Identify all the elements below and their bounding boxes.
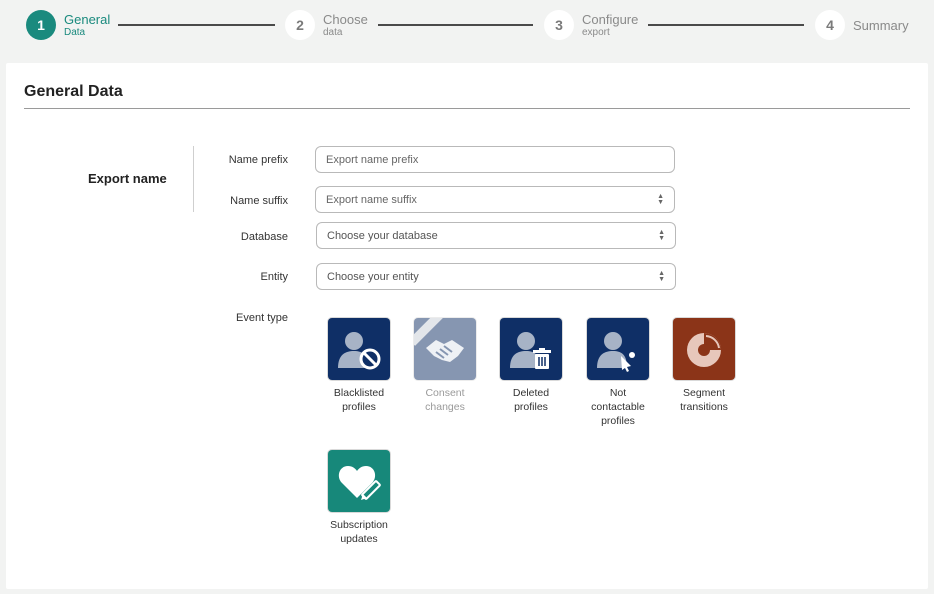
title-divider (24, 108, 910, 109)
step-connector (648, 24, 804, 26)
tile-label-line: Segment (682, 387, 726, 399)
database-select-value: Choose your database (327, 229, 438, 242)
name-suffix-label: Name suffix (230, 195, 288, 207)
name-prefix-input[interactable] (315, 146, 675, 173)
step-number: 4 (815, 10, 845, 40)
tile-label-line: updates (340, 533, 378, 545)
updown-chevron-icon: ▲ ▼ (658, 228, 665, 242)
step-general-data[interactable]: 1 General Data (26, 10, 110, 40)
event-type-label: Event type (236, 312, 288, 324)
step-connector (118, 24, 275, 26)
database-label: Database (240, 231, 288, 243)
event-type-not-contactable-profiles[interactable]: Not contactable profiles (578, 318, 658, 428)
step-title: Summary (853, 18, 909, 33)
tile-label-line: profiles (601, 415, 635, 427)
updown-chevron-icon: ▲ ▼ (658, 269, 665, 283)
event-type-segment-transitions[interactable]: Segment transitions (664, 318, 744, 414)
tile-label-line: Deleted (512, 387, 550, 399)
page-title: General Data (24, 83, 123, 100)
name-suffix-input[interactable]: Export name suffix ▲ ▼ (315, 186, 675, 213)
step-title: Configure (582, 11, 639, 27)
tile-label-line: Subscription (330, 519, 388, 531)
handshake-icon (414, 318, 476, 380)
name-suffix-placeholder: Export name suffix (326, 193, 417, 206)
event-type-subscription-updates[interactable]: Subscription updates (319, 450, 399, 546)
tile-label-line: Not (609, 387, 627, 399)
step-number: 3 (544, 10, 574, 40)
step-subtitle: export (582, 26, 610, 38)
export-name-section-label: Export name (88, 171, 167, 186)
step-subtitle: Data (64, 26, 86, 38)
progress-stepper: 1 General Data 2 Choose data 3 Configure… (0, 0, 934, 50)
tile-label-line: profiles (342, 401, 376, 413)
segment-pie-icon (673, 318, 735, 380)
entity-label: Entity (260, 271, 288, 283)
tile-label-line: Consent (425, 387, 465, 399)
event-type-blacklisted-profiles[interactable]: Blacklisted profiles (319, 318, 399, 414)
step-configure-export[interactable]: 3 Configure export (544, 10, 638, 40)
step-connector (378, 24, 533, 26)
tile-label-line: Blacklisted (333, 387, 385, 399)
event-type-deleted-profiles[interactable]: Deleted profiles (491, 318, 571, 414)
step-summary[interactable]: 4 Summary (815, 10, 909, 40)
name-prefix-label: Name prefix (228, 154, 288, 166)
step-title: Choose (323, 11, 368, 27)
general-data-card: General Data Export name Name prefix Nam… (6, 63, 928, 589)
step-number: 1 (26, 10, 56, 40)
not-contactable-profile-icon (587, 318, 649, 380)
step-number: 2 (285, 10, 315, 40)
step-choose-data[interactable]: 2 Choose data (285, 10, 368, 40)
tile-label-line: changes (425, 401, 465, 413)
tile-label-line: transitions (680, 401, 728, 413)
tile-label-line: profiles (514, 401, 548, 413)
step-subtitle: data (323, 26, 343, 38)
tile-label-line: contactable (591, 401, 645, 413)
updown-chevron-icon: ▲ ▼ (657, 192, 664, 206)
step-title: General (64, 11, 111, 27)
deleted-profile-icon (500, 318, 562, 380)
database-select[interactable]: Choose your database ▲ ▼ (316, 222, 676, 249)
blacklisted-profile-icon (328, 318, 390, 380)
event-type-consent-changes[interactable]: Consent changes (405, 318, 485, 414)
entity-select-value: Choose your entity (327, 270, 419, 283)
entity-select[interactable]: Choose your entity ▲ ▼ (316, 263, 676, 290)
heart-edit-icon (328, 450, 390, 512)
